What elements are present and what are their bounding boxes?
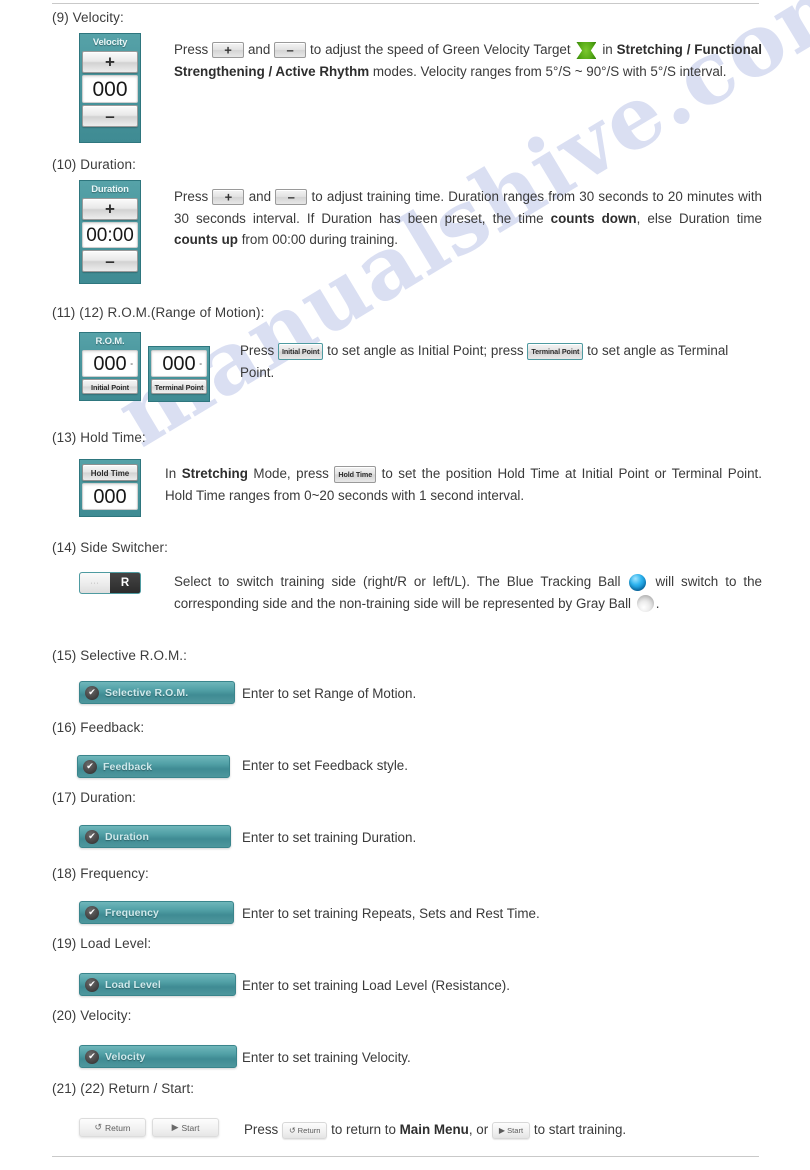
duration-menu-label: Duration bbox=[105, 830, 149, 843]
section-title-hold-time: (13) Hold Time: bbox=[52, 430, 146, 445]
side-switcher-toggle[interactable]: ∙∙∙ R bbox=[79, 572, 141, 594]
section-title-velocity-menu: (20) Velocity: bbox=[52, 1008, 132, 1023]
selective-rom-menu-label: Selective R.O.M. bbox=[105, 686, 189, 699]
start-button-label: Start bbox=[181, 1122, 200, 1133]
duration-minus-button[interactable]: – bbox=[82, 250, 138, 272]
duration-value: 00:00 bbox=[86, 225, 134, 246]
return-start-description: Press ↺ Return to return to Main Menu, or… bbox=[244, 1121, 627, 1139]
section-title-frequency: (18) Frequency: bbox=[52, 866, 149, 881]
rom-terminal-widget[interactable]: 000 ° Terminal Point bbox=[148, 346, 210, 402]
velocity-menu-label: Velocity bbox=[105, 1050, 146, 1063]
section-feedback: (16) Feedback: ✔ Feedback Enter to set F… bbox=[52, 720, 762, 785]
return-icon: ↺ bbox=[94, 1122, 103, 1132]
section-title-duration-stepper: (10) Duration: bbox=[52, 157, 136, 172]
return-button-label: Return bbox=[105, 1122, 131, 1133]
velocity-value: 000 bbox=[92, 78, 128, 101]
velocity-plus-button[interactable]: + bbox=[82, 51, 138, 73]
section-load-level: (19) Load Level: ✔ Load Level Enter to s… bbox=[52, 936, 762, 1001]
start-icon: ▶ bbox=[171, 1122, 179, 1132]
duration-plus-sign: + bbox=[105, 199, 115, 219]
selective-rom-menu-button[interactable]: ✔ Selective R.O.M. bbox=[79, 681, 235, 704]
duration-description: Press + and – to adjust training time. D… bbox=[174, 189, 762, 247]
section-duration-menu: (17) Duration: ✔ Duration Enter to set t… bbox=[52, 790, 762, 855]
rom-terminal-value-field[interactable]: 000 ° bbox=[151, 350, 207, 377]
section-side-switcher: (14) Side Switcher: ∙∙∙ R Select to swit… bbox=[52, 540, 762, 650]
section-title-load-level: (19) Load Level: bbox=[52, 936, 152, 951]
side-switcher-description: Select to switch training side (right/R … bbox=[174, 573, 762, 613]
duration-plus-button[interactable]: + bbox=[82, 198, 138, 220]
check-icon: ✔ bbox=[85, 1049, 99, 1064]
rom-initial-widget[interactable]: R.O.M. 000 ° Initial Point bbox=[79, 332, 141, 401]
duration-widget-caption: Duration bbox=[91, 184, 129, 195]
duration-menu-description: Enter to set training Duration. bbox=[242, 830, 417, 845]
duration-menu-button[interactable]: ✔ Duration bbox=[79, 825, 231, 848]
section-title-selective-rom: (15) Selective R.O.M.: bbox=[52, 648, 187, 663]
rom-initial-point-button[interactable]: Initial Point bbox=[82, 379, 138, 394]
side-switcher-left-half[interactable]: ∙∙∙ bbox=[80, 573, 110, 593]
section-title-side-switcher: (14) Side Switcher: bbox=[52, 540, 168, 555]
velocity-stepper-widget[interactable]: Velocity + 000 – bbox=[79, 33, 141, 143]
rom-initial-value: 000 bbox=[93, 353, 127, 375]
hold-time-value-field[interactable]: 000 bbox=[82, 483, 138, 510]
velocity-menu-description: Enter to set training Velocity. bbox=[242, 1050, 411, 1065]
page-top-rule bbox=[52, 3, 759, 4]
section-duration-stepper: (10) Duration: Duration + 00:00 – Press … bbox=[52, 157, 762, 287]
check-icon: ✔ bbox=[85, 905, 99, 920]
check-icon: ✔ bbox=[85, 829, 99, 844]
hold-time-value: 000 bbox=[93, 486, 127, 508]
rom-terminal-value: 000 bbox=[162, 353, 196, 375]
check-icon: ✔ bbox=[85, 685, 99, 700]
velocity-minus-sign: – bbox=[105, 106, 115, 126]
duration-minus-sign: – bbox=[105, 251, 115, 271]
check-icon: ✔ bbox=[85, 977, 99, 992]
velocity-menu-button[interactable]: ✔ Velocity bbox=[79, 1045, 237, 1068]
hold-time-widget[interactable]: Hold Time 000 bbox=[79, 459, 141, 517]
section-title-duration-menu: (17) Duration: bbox=[52, 790, 136, 805]
rom-initial-degree-symbol: ° bbox=[130, 363, 133, 370]
section-frequency: (18) Frequency: ✔ Frequency Enter to set… bbox=[52, 866, 762, 931]
selective-rom-description: Enter to set Range of Motion. bbox=[242, 686, 417, 701]
load-level-description: Enter to set training Load Level (Resist… bbox=[242, 978, 510, 993]
section-title-rom: (11) (12) R.O.M.(Range of Motion): bbox=[52, 305, 265, 320]
velocity-value-field[interactable]: 000 bbox=[82, 75, 138, 103]
start-button[interactable]: ▶ Start bbox=[152, 1118, 219, 1137]
frequency-description: Enter to set training Repeats, Sets and … bbox=[242, 906, 540, 921]
duration-value-field[interactable]: 00:00 bbox=[82, 222, 138, 248]
feedback-menu-label: Feedback bbox=[103, 760, 153, 773]
rom-terminal-point-button[interactable]: Terminal Point bbox=[151, 379, 207, 394]
section-hold-time: (13) Hold Time: Hold Time 000 In Stretch… bbox=[52, 430, 762, 525]
check-icon: ✔ bbox=[83, 759, 97, 774]
rom-widget-caption: R.O.M. bbox=[95, 336, 125, 347]
load-level-menu-label: Load Level bbox=[105, 978, 161, 991]
rom-initial-value-field[interactable]: 000 ° bbox=[82, 350, 138, 377]
section-velocity: (9) Velocity: Velocity + 000 – Press + a… bbox=[52, 10, 762, 145]
duration-stepper-widget[interactable]: Duration + 00:00 – bbox=[79, 180, 141, 284]
frequency-menu-label: Frequency bbox=[105, 906, 159, 919]
section-rom: (11) (12) R.O.M.(Range of Motion): R.O.M… bbox=[52, 305, 762, 415]
section-selective-rom: (15) Selective R.O.M.: ✔ Selective R.O.M… bbox=[52, 648, 762, 713]
side-switcher-right-half[interactable]: R bbox=[110, 573, 140, 593]
velocity-plus-sign: + bbox=[105, 52, 115, 72]
rom-terminal-degree-symbol: ° bbox=[199, 363, 202, 370]
feedback-menu-button[interactable]: ✔ Feedback bbox=[77, 755, 230, 778]
return-button[interactable]: ↺ Return bbox=[79, 1118, 146, 1137]
document-page: (9) Velocity: Velocity + 000 – Press + a… bbox=[0, 0, 810, 1170]
frequency-menu-button[interactable]: ✔ Frequency bbox=[79, 901, 234, 924]
velocity-widget-caption: Velocity bbox=[92, 37, 128, 48]
hold-time-button[interactable]: Hold Time bbox=[82, 464, 138, 481]
load-level-menu-button[interactable]: ✔ Load Level bbox=[79, 973, 236, 996]
hold-time-description: In Stretching Mode, press Hold Time to s… bbox=[165, 465, 762, 503]
section-velocity-menu: (20) Velocity: ✔ Velocity Enter to set t… bbox=[52, 1008, 762, 1073]
section-title-velocity: (9) Velocity: bbox=[52, 10, 124, 25]
feedback-description: Enter to set Feedback style. bbox=[242, 758, 408, 773]
section-title-feedback: (16) Feedback: bbox=[52, 720, 145, 735]
section-title-return-start: (21) (22) Return / Start: bbox=[52, 1081, 195, 1096]
rom-description: Press Initial Point to set angle as Init… bbox=[240, 342, 729, 380]
velocity-minus-button[interactable]: – bbox=[82, 105, 138, 127]
section-return-start: (21) (22) Return / Start: ↺ Return ▶ Sta… bbox=[52, 1081, 762, 1146]
page-bottom-rule bbox=[52, 1156, 759, 1157]
velocity-description: Press + and – to adjust the speed of Gre… bbox=[174, 41, 762, 79]
